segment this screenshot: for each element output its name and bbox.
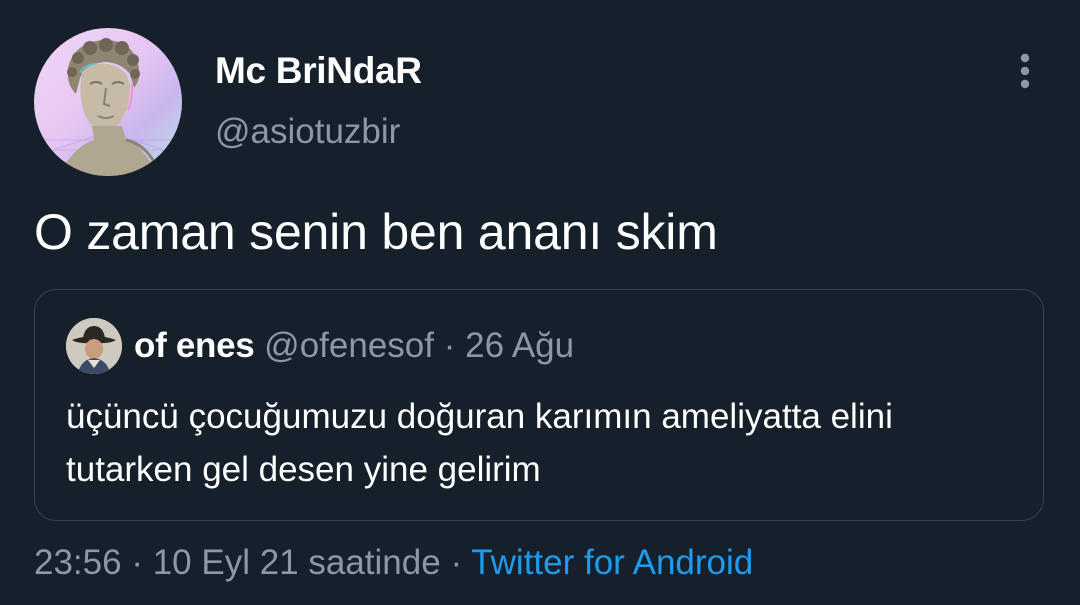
quoted-header-separator: ·: [443, 326, 456, 365]
tweet-metadata: 23:56 · 10 Eyl 21 saatinde · Twitter for…: [34, 543, 753, 583]
author-avatar[interactable]: [34, 28, 182, 176]
meta-separator: ·: [131, 543, 143, 582]
tweet-text: O zaman senin ben ananı skim: [34, 204, 718, 260]
quoted-author-handle[interactable]: @ofenesof: [264, 326, 434, 365]
quoted-author-avatar[interactable]: [66, 318, 122, 374]
cowboy-hat-icon: [66, 318, 122, 374]
tweet-time[interactable]: 23:56: [34, 543, 122, 582]
tweet-source-link[interactable]: Twitter for Android: [471, 543, 753, 582]
quoted-tweet-date[interactable]: 26 Ağu: [465, 326, 574, 365]
vertical-ellipsis-icon: [1020, 53, 1030, 89]
statue-bust-icon: [34, 38, 182, 176]
meta-separator: ·: [450, 543, 463, 582]
quoted-tweet-text: üçüncü çocuğumuzu doğuran karımın ameliy…: [66, 397, 893, 489]
author-display-name[interactable]: Mc BriNdaR: [215, 50, 422, 92]
author-handle[interactable]: @asiotuzbir: [215, 112, 400, 152]
quoted-author-display-name[interactable]: of enes: [134, 326, 255, 365]
tweet-date[interactable]: 10 Eyl 21 saatinde: [153, 543, 441, 582]
quoted-tweet-card[interactable]: of enes @ofenesof · 26 Ağu üçüncü çocuğu…: [34, 289, 1044, 521]
quoted-tweet-header: of enes @ofenesof · 26 Ağu: [134, 326, 574, 366]
tweet: Mc BriNdaR @asiotuzbir O zaman senin ben…: [0, 0, 1080, 605]
more-options-button[interactable]: [1004, 50, 1046, 92]
